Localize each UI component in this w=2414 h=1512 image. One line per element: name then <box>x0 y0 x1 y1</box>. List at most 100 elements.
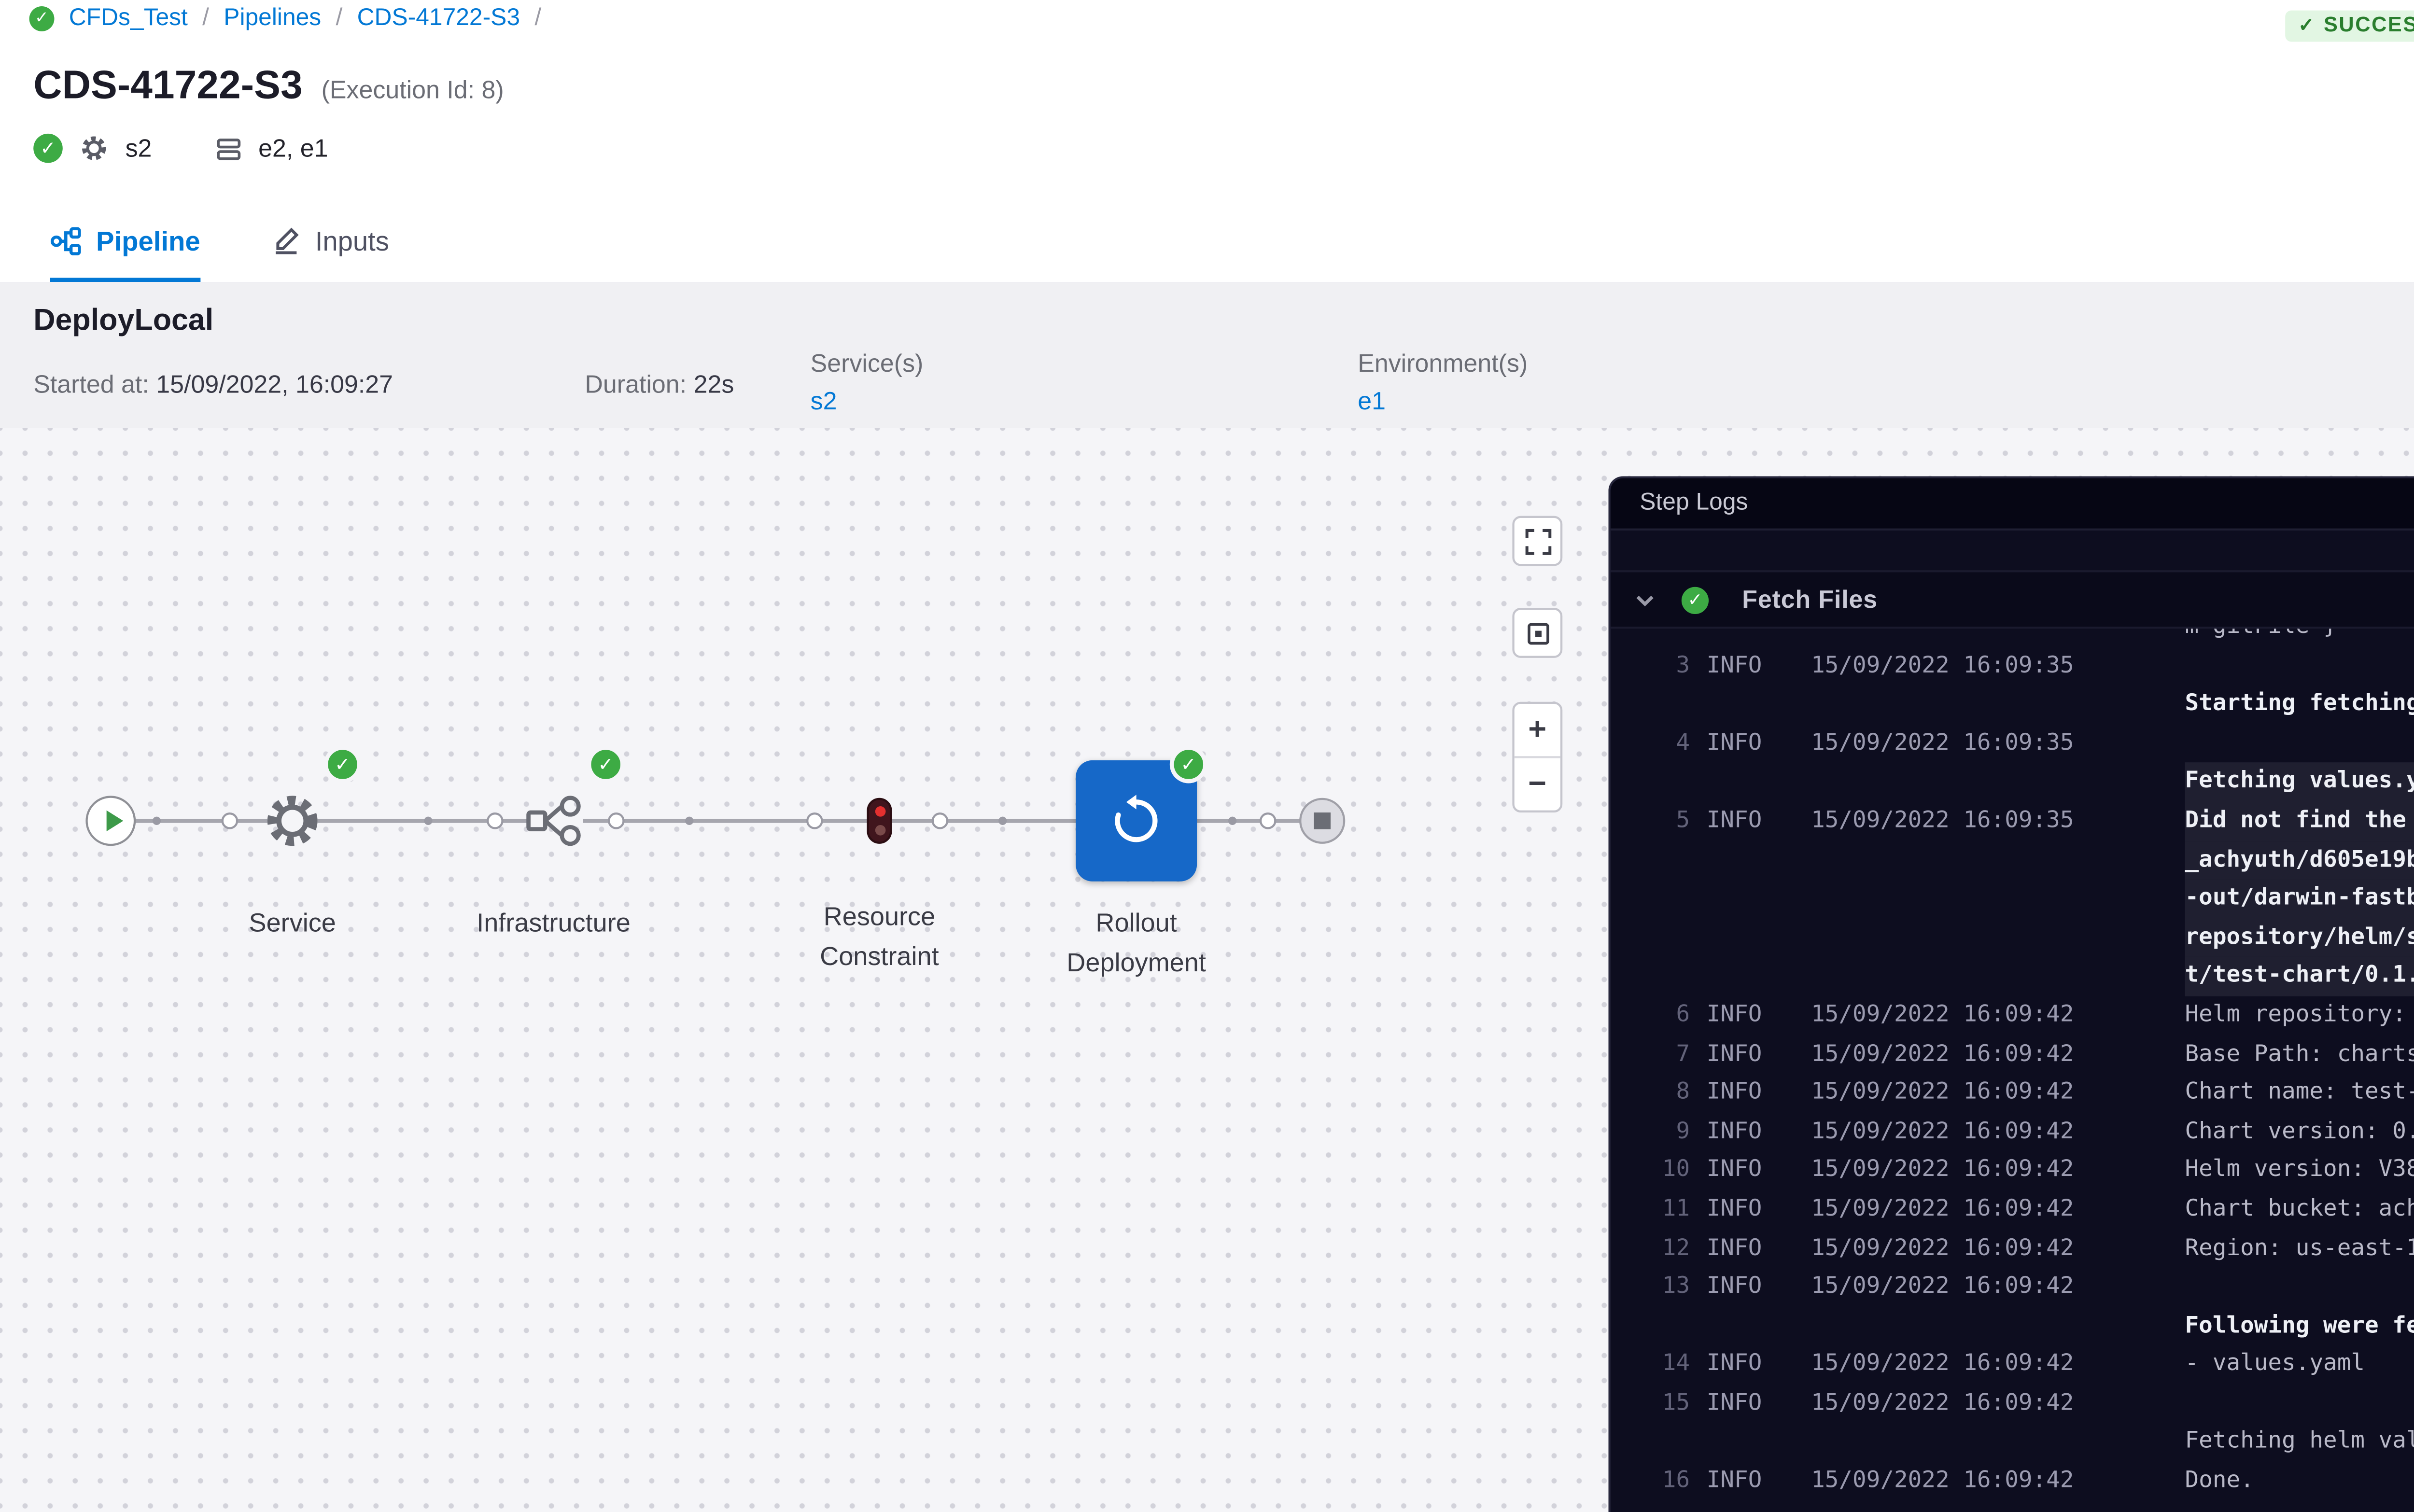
breadcrumb-pipelines[interactable]: Pipelines <box>224 6 321 31</box>
log-row: 6INFO15/09/2022 16:09:42Helm repository:… <box>1611 996 2414 1035</box>
execution-id: (Execution Id: 8) <box>322 75 504 105</box>
edge <box>583 819 867 822</box>
log-row: Starting fetching Helm values <box>1611 686 2414 724</box>
log-panel-header: Step Logs Console View <box>1611 478 2414 531</box>
stage-duration: Duration: 22s <box>585 370 734 399</box>
started-value: 15/09/2022, 16:09:27 <box>156 370 393 399</box>
service-step-node[interactable] <box>261 789 324 852</box>
inputs-icon <box>271 225 301 255</box>
log-section-header[interactable]: ✓ Fetch Files ↑ ↓ 9s <box>1611 570 2414 629</box>
log-row: 16INFO15/09/2022 16:09:42Done. <box>1611 1462 2414 1501</box>
fullscreen-icon <box>1524 527 1551 554</box>
meta-row: ✓ s2 e2, e1 <box>33 134 328 163</box>
canvas-fit-view-button[interactable] <box>1512 608 1562 658</box>
environments-names: e2, e1 <box>258 134 328 163</box>
log-row: 10INFO15/09/2022 16:09:42Helm version: V… <box>1611 1151 2414 1190</box>
status-check-icon: ✓ <box>33 134 63 163</box>
tab-inputs-label: Inputs <box>315 224 389 256</box>
add-step-node[interactable] <box>1260 812 1277 829</box>
breadcrumb-pipeline[interactable]: CDS-41722-S3 <box>357 6 520 31</box>
log-row: 12INFO15/09/2022 16:09:42Region: us-east… <box>1611 1229 2414 1268</box>
environments-value[interactable]: e1 <box>1358 386 1386 416</box>
infrastructure-success-icon: ✓ <box>587 746 625 784</box>
rollout-icon <box>1109 794 1163 848</box>
add-step-node[interactable] <box>932 812 949 829</box>
log-row: 4INFO15/09/2022 16:09:35 <box>1611 724 2414 763</box>
project-logo-icon: ✓ <box>29 6 55 31</box>
zoom-out-button[interactable]: − <box>1515 756 1560 810</box>
gear-icon <box>79 134 109 163</box>
log-row: Following were fetched successfully : <box>1611 1307 2414 1345</box>
edge <box>1193 819 1303 822</box>
status-label: SUCCESS <box>2324 14 2414 37</box>
log-row: 7INFO15/09/2022 16:09:42Base Path: chart… <box>1611 1035 2414 1074</box>
node-label-rollout-deployment: Rollout Deployment <box>1042 904 1230 985</box>
tab-bar: Pipeline Inputs Console View <box>0 203 2414 284</box>
log-row: 14INFO15/09/2022 16:09:42- values.yaml <box>1611 1345 2414 1384</box>
log-row: 8INFO15/09/2022 16:09:42Chart name: test… <box>1611 1074 2414 1112</box>
tab-inputs[interactable]: Inputs <box>271 203 389 282</box>
add-step-node[interactable] <box>222 812 239 829</box>
log-row: _achyuth/d605e19b46448ceaacb01fb4c19633a… <box>1611 841 2414 880</box>
service-name: s2 <box>126 134 152 163</box>
breadcrumb-separator: / <box>336 6 342 31</box>
tab-pipeline[interactable]: Pipeline <box>50 203 200 282</box>
log-row: m gitFile } <box>1611 629 2414 646</box>
log-row: -out/darwin-fastbuild/bin/260-delegate/e… <box>1611 880 2414 918</box>
topbar-right: ✓ SUCCESS Start time 15/09/2022 16:09:26… <box>2286 4 2414 46</box>
section-title: Fetch Files <box>1742 585 1878 614</box>
zoom-controls: + − <box>1512 702 1562 812</box>
duration-value: 22s <box>694 370 734 399</box>
log-row: 3INFO15/09/2022 16:09:35 <box>1611 646 2414 685</box>
traffic-light-red-icon <box>874 807 885 817</box>
start-node[interactable] <box>85 796 136 846</box>
success-check-icon: ✓ <box>2298 14 2315 37</box>
stop-icon <box>1314 812 1331 829</box>
zoom-in-button[interactable]: + <box>1515 704 1560 756</box>
services-value[interactable]: s2 <box>811 386 837 416</box>
log-row: 9INFO15/09/2022 16:09:42Chart version: 0… <box>1611 1113 2414 1151</box>
infrastructure-step-node[interactable] <box>522 789 585 852</box>
title-row: CDS-41722-S3 (Execution Id: 8) <box>33 65 504 111</box>
breadcrumb-separator: / <box>534 6 541 31</box>
chevron-down-icon <box>1633 588 1656 611</box>
log-body[interactable]: m gitFile }3INFO15/09/2022 16:09:35Start… <box>1611 629 2414 1512</box>
edge-dot <box>153 817 161 825</box>
log-row: 11INFO15/09/2022 16:09:42Chart bucket: a… <box>1611 1190 2414 1229</box>
environments-label: Environment(s) <box>1358 349 1528 378</box>
log-row: 15INFO15/09/2022 16:09:42 <box>1611 1385 2414 1423</box>
pipeline-icon <box>50 224 82 256</box>
edge-dot <box>685 817 693 825</box>
resource-constraint-node[interactable] <box>867 798 892 844</box>
traffic-light-off-icon <box>874 824 885 835</box>
duration-label: Duration: <box>585 370 687 399</box>
breadcrumb-project[interactable]: CFDs_Test <box>69 6 188 31</box>
log-row: t/test-chart/0.1.0 <box>1611 957 2414 996</box>
breadcrumb: ✓ CFDs_Test / Pipelines / CDS-41722-S3 / <box>29 6 542 31</box>
started-label: Started at: <box>33 370 149 399</box>
log-row: 13INFO15/09/2022 16:09:42 <box>1611 1268 2414 1307</box>
edge <box>892 819 1080 822</box>
section-success-icon: ✓ <box>1682 586 1709 613</box>
service-success-icon: ✓ <box>324 746 362 784</box>
canvas-fullscreen-button[interactable] <box>1512 516 1562 566</box>
breadcrumb-separator: / <box>202 6 209 31</box>
services-label: Service(s) <box>811 349 924 378</box>
end-node[interactable] <box>1299 798 1345 844</box>
node-label-resource-constraint: Resource Constraint <box>786 898 973 979</box>
rollout-success-icon: ✓ <box>1170 746 1207 784</box>
fit-view-icon <box>1524 619 1551 646</box>
stage-info-bar: DeployLocal Started at: 15/09/2022, 16:0… <box>0 282 2414 430</box>
node-label-service: Service <box>188 904 397 945</box>
page-title: CDS-41722-S3 <box>33 65 302 111</box>
log-row: Fetching helm values completed successfu… <box>1611 1423 2414 1462</box>
node-label-infrastructure: Infrastructure <box>428 904 679 945</box>
tab-pipeline-label: Pipeline <box>96 224 200 256</box>
play-icon <box>105 811 122 831</box>
add-step-node[interactable] <box>806 812 823 829</box>
log-row: 5INFO15/09/2022 16:09:35Did not find the… <box>1611 802 2414 840</box>
stage-started: Started at: 15/09/2022, 16:09:27 <box>33 370 393 399</box>
add-step-node[interactable] <box>608 812 625 829</box>
environments-icon <box>214 135 241 162</box>
add-step-node[interactable] <box>487 812 504 829</box>
